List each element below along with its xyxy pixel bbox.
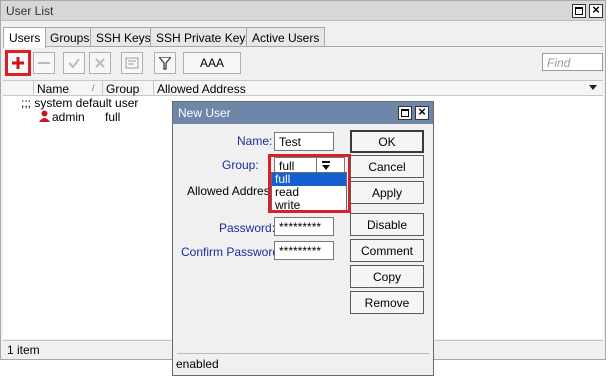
disable-button[interactable]: Disable: [350, 213, 424, 236]
new-user-dialog: New User × Name: Group: Allowed Address:…: [172, 101, 434, 376]
allowed-address-label: Allowed Address:: [187, 184, 280, 198]
cancel-button[interactable]: Cancel: [350, 155, 424, 178]
user-name-cell: admin: [52, 110, 85, 124]
apply-button[interactable]: Apply: [350, 181, 424, 204]
enable-button[interactable]: [63, 52, 85, 74]
minus-icon: [38, 62, 50, 64]
maximize-icon: [401, 109, 409, 117]
cross-icon: [95, 58, 105, 68]
close-icon: ×: [592, 2, 600, 17]
find-input[interactable]: Find: [542, 53, 603, 71]
close-icon: ×: [418, 104, 426, 119]
confirm-password-input[interactable]: *********: [274, 241, 334, 260]
dialog-status-divider: [177, 353, 429, 354]
tab-users[interactable]: Users: [3, 27, 47, 48]
filter-icon: [159, 56, 171, 70]
password-label: Password:: [219, 221, 276, 235]
add-button-highlight: [5, 50, 31, 76]
table-header: Name / Group Allowed Address: [3, 80, 603, 96]
comment-icon: [125, 57, 139, 69]
disable-button[interactable]: [89, 52, 111, 74]
check-icon: [68, 58, 80, 69]
copy-button[interactable]: Copy: [350, 265, 424, 288]
tab-groups[interactable]: Groups: [44, 27, 96, 47]
comment-button[interactable]: Comment: [350, 239, 424, 262]
confirm-password-label: Confirm Password:: [181, 245, 283, 259]
tab-active-users[interactable]: Active Users: [246, 27, 326, 47]
remove-button[interactable]: Remove: [350, 291, 424, 314]
close-button[interactable]: ×: [589, 2, 603, 18]
name-input[interactable]: Test: [274, 132, 334, 151]
dialog-maximize-button[interactable]: [398, 106, 412, 120]
aaa-button[interactable]: AAA: [183, 52, 241, 74]
maximize-button[interactable]: [572, 4, 586, 18]
column-header-name[interactable]: Name: [37, 82, 69, 96]
user-icon: [39, 110, 50, 125]
column-header-group[interactable]: Group: [106, 82, 139, 96]
group-label: Group:: [222, 158, 259, 172]
item-count: 1 item: [7, 343, 40, 357]
dialog-titlebar: New User ×: [173, 102, 433, 124]
tab-divider: [3, 46, 603, 47]
column-header-allowed-address[interactable]: Allowed Address: [157, 82, 246, 96]
user-group-cell: full: [105, 110, 121, 124]
comment-button[interactable]: [121, 52, 143, 74]
column-divider: [153, 81, 154, 96]
filter-button[interactable]: [154, 52, 176, 74]
dialog-close-button[interactable]: ×: [415, 104, 429, 120]
tab-ssh-private-keys[interactable]: SSH Private Keys: [150, 27, 258, 47]
tab-ssh-keys[interactable]: SSH Keys: [90, 27, 157, 47]
comment-row: ;;; system default user: [21, 96, 139, 110]
maximize-icon: [575, 7, 583, 15]
column-divider: [33, 81, 34, 96]
sort-indicator-icon: /: [92, 83, 95, 93]
name-label: Name:: [237, 134, 273, 148]
group-dropdown-highlight: [268, 154, 351, 213]
column-divider: [102, 81, 103, 96]
dialog-title: New User: [178, 106, 231, 120]
dialog-status: enabled: [176, 357, 219, 371]
ok-button[interactable]: OK: [350, 130, 424, 153]
toolbar: AAA Find: [3, 48, 603, 78]
password-input[interactable]: *********: [274, 217, 334, 236]
columns-dropdown-icon[interactable]: [589, 81, 598, 95]
window-title: User List: [6, 4, 54, 18]
window-titlebar: User List ×: [1, 1, 605, 21]
remove-button[interactable]: [33, 52, 55, 74]
